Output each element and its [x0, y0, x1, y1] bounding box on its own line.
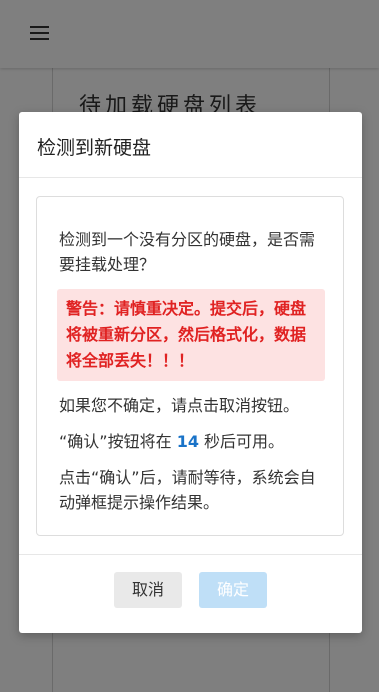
new-disk-dialog: 检测到新硬盘 检测到一个没有分区的硬盘，是否需要挂载处理？ 警告：请慎重决定。提…: [19, 112, 362, 633]
countdown-value: 14: [176, 432, 199, 451]
dialog-body: 检测到一个没有分区的硬盘，是否需要挂载处理？ 警告：请慎重决定。提交后，硬盘将被…: [36, 196, 344, 536]
detect-message: 检测到一个没有分区的硬盘，是否需要挂载处理？: [59, 230, 316, 274]
page: 待加载硬盘列表 检测到新硬盘 检测到一个没有分区的硬盘，是否需要挂载处理？ 警告…: [0, 0, 379, 692]
countdown-suffix: 秒后可用。: [204, 432, 285, 451]
dialog-title: 检测到新硬盘: [37, 137, 152, 159]
wait-hint: 点击“确认”后，请耐等待，系统会自动弹框提示操作结果。: [59, 468, 316, 512]
cancel-button[interactable]: 取消: [114, 572, 182, 608]
dialog-footer: 取消 确定: [19, 554, 362, 633]
confirm-button[interactable]: 确定: [199, 572, 267, 608]
cancel-hint: 如果您不确定，请点击取消按钮。: [59, 396, 300, 415]
warning-alert: 警告：请慎重决定。提交后，硬盘将被重新分区，然后格式化，数据将全部丢失！！！: [57, 289, 325, 381]
countdown-text: “确认”按钮将在 14 秒后可用。: [59, 429, 325, 454]
countdown-prefix: “确认”按钮将在: [59, 432, 172, 451]
dialog-header: 检测到新硬盘: [19, 112, 362, 178]
